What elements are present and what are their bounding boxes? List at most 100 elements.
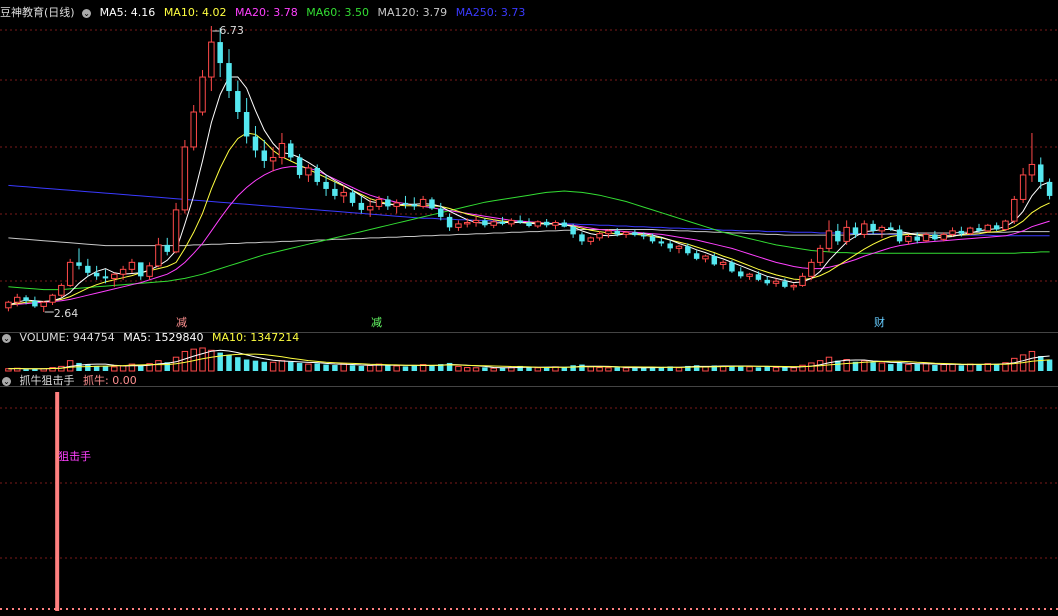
candle-body (552, 221, 559, 226)
candle-body (614, 230, 620, 235)
candle-body (729, 262, 735, 272)
high-price-label: 6.73 (219, 24, 244, 37)
candle-body (14, 296, 21, 303)
volume-bar (922, 363, 930, 372)
candle-body (587, 237, 595, 242)
candle-body (711, 256, 718, 265)
candle-body (32, 300, 38, 307)
candle-body (278, 142, 286, 158)
candle-body (984, 224, 992, 232)
candle-body (438, 208, 444, 217)
volume-bar (181, 350, 189, 372)
volume-bar (878, 362, 886, 372)
volume-bar (226, 354, 232, 371)
candle-body (772, 280, 780, 284)
candle-body (155, 244, 162, 267)
candle-body (349, 192, 356, 203)
volume-bar (1046, 359, 1053, 371)
candle-body (269, 156, 277, 162)
candle-body (861, 223, 868, 235)
candle-body (976, 228, 982, 231)
candle-body (482, 220, 488, 226)
candle-body (632, 232, 638, 236)
price-chart[interactable] (0, 0, 1058, 330)
candle-body (561, 222, 568, 227)
volume-bar (896, 362, 903, 371)
candle-body (702, 255, 709, 260)
candle-body (393, 202, 400, 207)
volume-bar (579, 364, 585, 371)
volume-bar (455, 365, 462, 372)
candle-body (534, 221, 542, 227)
candle-body (932, 234, 938, 240)
volume-bar (252, 360, 259, 371)
sniper-annotation: 狙击手 (58, 450, 92, 463)
candle-body (332, 188, 338, 196)
volume-bar (85, 364, 91, 371)
candle-body (640, 235, 647, 237)
candle-body (40, 301, 47, 307)
candle-body (570, 226, 576, 235)
volume-bar (111, 366, 118, 372)
candle-body (738, 271, 744, 277)
candle-body (402, 202, 409, 205)
candle-body (799, 275, 806, 286)
candle-body (719, 261, 727, 265)
volume-bar (155, 360, 162, 372)
candle-body (340, 191, 347, 197)
volume-bar (305, 363, 312, 372)
candle-body (305, 167, 312, 176)
candle-body (658, 241, 665, 244)
volume-bar (296, 362, 303, 371)
candle-body (323, 181, 329, 189)
candle-body (958, 230, 965, 234)
candle-body (102, 276, 109, 279)
volume-bar (640, 367, 647, 371)
volume-bar (243, 359, 250, 371)
volume-bar (825, 356, 833, 372)
candle-body (888, 227, 894, 230)
candle-body (385, 199, 391, 207)
volume-bar (570, 365, 576, 371)
volume-bar (940, 364, 947, 372)
volume-bar (385, 365, 391, 371)
volume-bar (561, 367, 568, 371)
dropdown-circle-icon[interactable]: ⌄ (2, 376, 11, 386)
candle-body (914, 236, 920, 241)
candle-body (685, 246, 691, 254)
candle-body (816, 247, 824, 263)
volume-chart[interactable] (0, 332, 1058, 372)
candle-body (455, 223, 462, 228)
candle-body (111, 273, 118, 279)
candle-body (490, 221, 497, 226)
signal-chart[interactable] (0, 386, 1058, 616)
volume-bar (958, 365, 965, 371)
candle-body (649, 236, 656, 242)
volume-bar (269, 361, 277, 372)
candle-body (526, 222, 532, 226)
candle-body (172, 209, 180, 253)
volume-bar (534, 367, 542, 372)
candle-body (243, 112, 250, 137)
candle-body (966, 227, 974, 235)
volume-bar (208, 349, 215, 372)
candle-body (1011, 198, 1018, 222)
volume-bar (808, 362, 815, 372)
volume-bar (314, 363, 320, 371)
volume-bar (605, 367, 612, 372)
volume-bar (332, 365, 338, 371)
volume-bar (402, 366, 409, 371)
candle-body (843, 226, 850, 242)
candle-body (605, 230, 612, 235)
volume-bar (1011, 357, 1018, 372)
candle-body (543, 221, 550, 226)
candle-body (1028, 163, 1036, 176)
candle-body (896, 229, 903, 242)
volume-bar (393, 365, 400, 372)
candle-body (835, 230, 841, 242)
candle-body (288, 143, 294, 158)
candle-body (23, 297, 29, 301)
volume-bar (366, 364, 374, 372)
candle-body (429, 199, 435, 209)
volume-bar (870, 362, 876, 371)
